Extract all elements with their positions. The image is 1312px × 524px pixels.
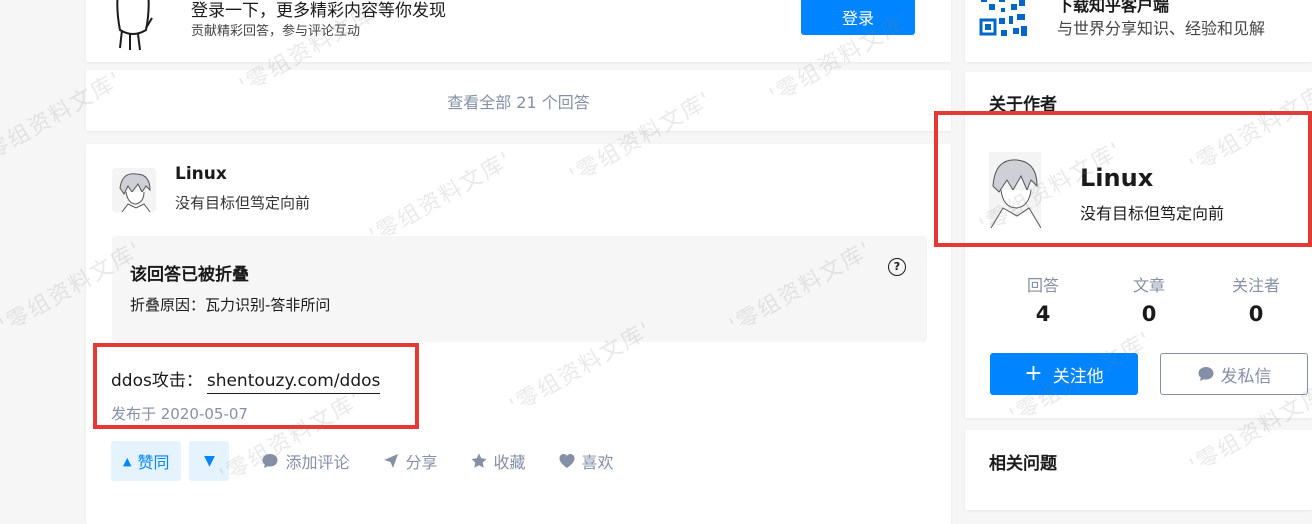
plus-icon: + xyxy=(1024,361,1043,386)
author-avatar[interactable] xyxy=(112,168,156,212)
author-name[interactable]: Linux xyxy=(175,164,227,184)
answer-card: Linux 没有目标但笃定向前 该回答已被折叠 折叠原因：瓦力识别-答非所问 ?… xyxy=(86,144,951,524)
comment-label: 添加评论 xyxy=(285,453,350,472)
answer-action-bar: ▲ 赞同 ▼ 添加评论 分享 收藏 喜欢 xyxy=(111,441,614,481)
share-button[interactable]: 分享 xyxy=(382,449,438,473)
stat-answers[interactable]: 回答 4 xyxy=(998,272,1088,326)
app-download-card[interactable]: 下载知乎客户端 与世界分享知识、经验和见解 xyxy=(965,0,1312,62)
login-prompt-subtitle: 贡献精彩回答，参与评论互动 xyxy=(191,24,361,39)
avatar-sketch-icon xyxy=(990,159,1041,228)
stat-label: 关注者 xyxy=(1231,276,1280,295)
share-label: 分享 xyxy=(405,453,438,472)
related-questions-card: 相关问题 xyxy=(965,430,1312,510)
stat-articles[interactable]: 文章 0 xyxy=(1104,272,1194,326)
login-prompt-card: 登录一下，更多精彩内容等你发现 贡献精彩回答，参与评论互动 登录 xyxy=(86,0,951,62)
login-prompt-title: 登录一下，更多精彩内容等你发现 xyxy=(191,1,446,21)
comment-button[interactable]: 添加评论 xyxy=(261,449,350,473)
collapsed-notice: 该回答已被折叠 折叠原因：瓦力识别-答非所问 ? xyxy=(112,236,927,342)
star-icon xyxy=(471,453,487,468)
triangle-down-icon: ▼ xyxy=(204,453,215,469)
answer-content-prefix: ddos攻击： xyxy=(111,371,203,391)
collapsed-notice-reason: 折叠原因：瓦力识别-答非所问 xyxy=(130,296,331,314)
about-author-avatar[interactable] xyxy=(989,152,1041,228)
stat-value: 0 xyxy=(1141,302,1157,326)
app-download-title: 下载知乎客户端 xyxy=(1057,0,1170,15)
answer-content-link[interactable]: shentouzy.com/ddos xyxy=(206,371,381,394)
share-icon xyxy=(383,454,398,468)
collect-button[interactable]: 收藏 xyxy=(470,449,526,473)
send-message-button[interactable]: 发私信 xyxy=(1160,353,1308,395)
like-label: 喜欢 xyxy=(581,453,614,472)
author-bio: 没有目标但笃定向前 xyxy=(175,194,311,212)
related-questions-heading: 相关问题 xyxy=(989,454,1057,474)
avatar-sketch-icon xyxy=(119,173,151,212)
stat-label: 回答 xyxy=(1026,276,1059,295)
about-author-name[interactable]: Linux xyxy=(1080,164,1153,192)
mascot-icon xyxy=(116,0,153,51)
about-author-heading: 关于作者 xyxy=(989,95,1057,115)
login-button[interactable]: 登录 xyxy=(801,0,915,35)
stat-followers[interactable]: 关注者 0 xyxy=(1211,272,1301,326)
help-icon[interactable]: ? xyxy=(888,258,906,276)
collapsed-notice-title: 该回答已被折叠 xyxy=(130,265,249,285)
triangle-up-icon: ▲ xyxy=(123,454,132,468)
downvote-button[interactable]: ▼ xyxy=(189,441,230,481)
about-author-bio: 没有目标但笃定向前 xyxy=(1080,204,1225,223)
qr-code-icon xyxy=(979,0,1029,42)
upvote-label: 赞同 xyxy=(137,453,170,472)
stat-value: 4 xyxy=(1035,302,1051,326)
answer-content: ddos攻击： shentouzy.com/ddos xyxy=(111,366,381,394)
message-icon xyxy=(1198,367,1213,381)
app-download-subtitle: 与世界分享知识、经验和见解 xyxy=(1057,19,1266,38)
collect-label: 收藏 xyxy=(493,453,526,472)
send-message-label: 发私信 xyxy=(1220,366,1272,387)
heart-icon xyxy=(559,454,575,468)
view-all-answers-link[interactable]: 查看全部 21 个回答 xyxy=(447,89,590,113)
upvote-button[interactable]: ▲ 赞同 xyxy=(111,441,182,481)
view-all-answers-card[interactable]: 查看全部 21 个回答 xyxy=(86,70,951,131)
stat-value: 0 xyxy=(1248,302,1264,326)
about-author-card: 关于作者 Linux 没有目标但笃定向前 回答 4 文章 0 关注者 0 + 关… xyxy=(965,72,1312,418)
like-button[interactable]: 喜欢 xyxy=(558,449,614,473)
publish-time: 发布于 2020-05-07 xyxy=(111,405,248,423)
comment-icon xyxy=(262,454,278,468)
follow-label: 关注他 xyxy=(1052,366,1104,387)
stat-label: 文章 xyxy=(1132,276,1165,295)
follow-button[interactable]: + 关注他 xyxy=(990,353,1138,395)
